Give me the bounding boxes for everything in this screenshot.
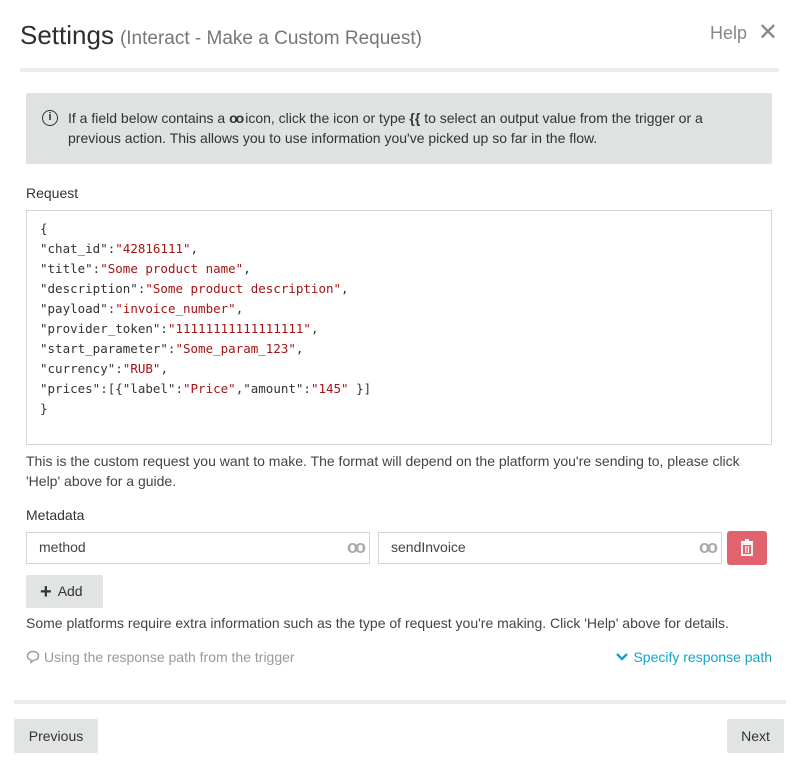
add-metadata-button[interactable]: + Add: [26, 575, 103, 608]
plus-icon: +: [40, 581, 52, 603]
code-punct: "description":: [40, 281, 146, 296]
metadata-value-input[interactable]: sendInvoice oo: [378, 532, 722, 564]
code-line: "currency":"RUB",: [40, 359, 758, 379]
specify-response-path-link[interactable]: Specify response path: [615, 649, 772, 665]
header-divider: [20, 68, 779, 72]
code-punct: "title":: [40, 261, 101, 276]
code-punct: "start_parameter":: [40, 341, 176, 356]
code-line: "title":"Some product name",: [40, 259, 758, 279]
infinity-icon: oo: [229, 110, 244, 126]
request-description: This is the custom request you want to m…: [26, 453, 740, 489]
code-string: "Price": [183, 381, 236, 396]
code-punct: ,: [341, 281, 349, 296]
code-string: "Some product description": [145, 281, 342, 296]
response-path-text: Using the response path from the trigger: [44, 649, 295, 665]
info-circle-icon: i: [42, 110, 58, 126]
metadata-description: Some platforms require extra information…: [26, 615, 729, 631]
code-punct: {: [40, 221, 48, 236]
code-line: {: [40, 219, 758, 239]
code-string: "RUB": [122, 361, 161, 376]
code-punct: }: [40, 401, 48, 416]
code-line: }: [40, 399, 758, 419]
metadata-key-value: method: [39, 539, 86, 555]
code-punct: "prices":[{"label":: [40, 381, 183, 396]
code-string: "Some_param_123": [175, 341, 296, 356]
page-title: Settings (Interact - Make a Custom Reques…: [20, 20, 422, 51]
code-line: "description":"Some product description"…: [40, 279, 758, 299]
footer-divider: [14, 700, 786, 704]
previous-button[interactable]: Previous: [14, 719, 98, 753]
info-text-1: If a field below contains a: [68, 110, 226, 126]
code-punct: ,: [310, 321, 319, 336]
code-string: "42816111": [115, 241, 191, 256]
code-punct: ,: [190, 241, 199, 256]
request-body-editor[interactable]: {"chat_id":"42816111", "title":"Some prod…: [26, 210, 772, 445]
code-punct: ,: [160, 361, 168, 376]
help-link[interactable]: Help: [710, 23, 747, 44]
code-punct: "chat_id":: [40, 241, 116, 256]
delete-metadata-button[interactable]: [727, 531, 767, 565]
request-label: Request: [26, 185, 79, 201]
code-string: "invoice_number": [115, 301, 236, 316]
code-punct: ,: [235, 301, 244, 316]
speech-bubble-icon: [26, 650, 40, 665]
page-subtitle: (Interact - Make a Custom Request): [119, 28, 422, 49]
code-string: "Some product name": [100, 261, 244, 276]
code-punct: ,"amount":: [235, 381, 311, 396]
code-punct: "currency":: [40, 361, 123, 376]
metadata-key-input[interactable]: method oo: [26, 532, 370, 564]
close-icon[interactable]: ✕: [758, 18, 778, 47]
title-text: Settings: [20, 20, 114, 50]
response-path-info: Using the response path from the trigger: [26, 649, 295, 665]
dialog-header: Settings (Interact - Make a Custom Reques…: [0, 0, 800, 72]
code-punct: ,: [295, 341, 304, 356]
metadata-value-value: sendInvoice: [391, 539, 466, 555]
code-line: "start_parameter":"Some_param_123",: [40, 339, 758, 359]
next-button[interactable]: Next: [727, 719, 784, 753]
specify-response-path-text: Specify response path: [633, 649, 772, 665]
info-brace: {{: [409, 110, 421, 126]
code-punct: "provider_token":: [40, 321, 168, 336]
infinity-icon[interactable]: oo: [347, 533, 366, 562]
code-punct: ,: [243, 261, 251, 276]
info-banner: i If a field below contains a oo icon, cl…: [26, 93, 772, 164]
code-line: "chat_id":"42816111",: [40, 239, 758, 259]
infinity-icon[interactable]: oo: [699, 533, 718, 562]
code-line: "prices":[{"label":"Price","amount":"145…: [40, 379, 758, 399]
chevron-down-icon: [616, 653, 629, 661]
info-text-2: icon, click the icon or type: [245, 110, 406, 126]
code-punct: "payload":: [40, 301, 116, 316]
code-punct: }]: [348, 381, 372, 396]
code-string: "11111111111111111": [167, 321, 311, 336]
code-string: "145": [310, 381, 349, 396]
add-label: Add: [57, 583, 83, 599]
trash-icon: [741, 539, 753, 556]
metadata-label: Metadata: [26, 507, 85, 523]
code-line: "payload":"invoice_number",: [40, 299, 758, 319]
code-line: "provider_token":"11111111111111111",: [40, 319, 758, 339]
